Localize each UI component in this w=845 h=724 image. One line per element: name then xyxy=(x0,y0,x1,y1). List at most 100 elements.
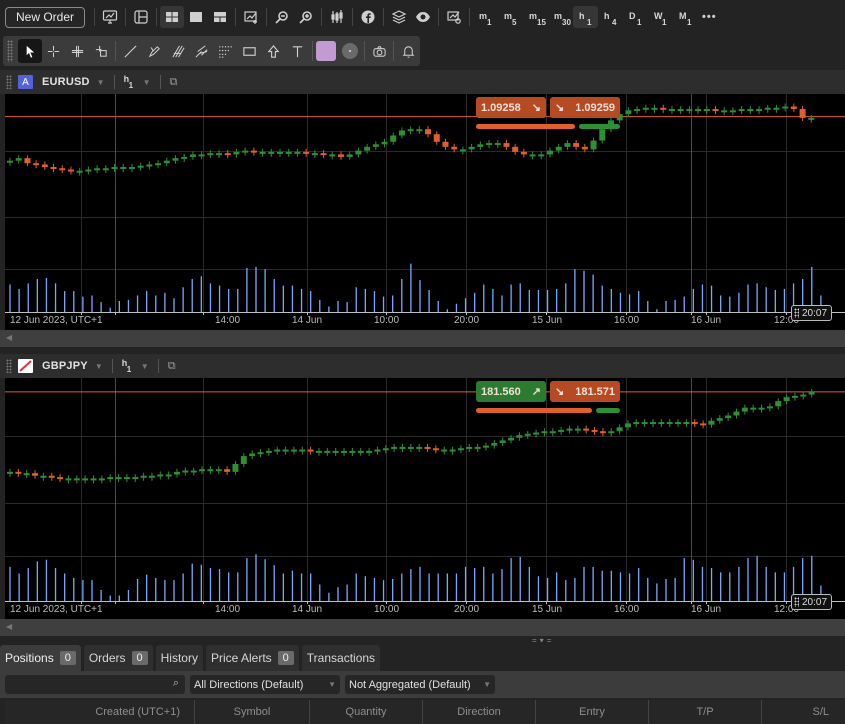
tab-positions[interactable]: Positions 0 xyxy=(0,645,81,671)
eye-icon[interactable] xyxy=(411,6,435,28)
bell-icon[interactable] xyxy=(396,39,420,63)
sell-button[interactable]: 181.560 ↗ xyxy=(476,381,546,402)
facebook-icon[interactable] xyxy=(356,6,380,28)
column-header[interactable]: Quantity xyxy=(310,700,423,724)
candle xyxy=(703,109,710,112)
candle xyxy=(468,146,475,150)
scroll-left-icon[interactable]: ◀ xyxy=(6,333,12,342)
timeframe-M1[interactable]: M1 xyxy=(673,6,698,28)
candle xyxy=(574,428,581,431)
symbol-badge[interactable] xyxy=(18,359,33,373)
live-feed-icon[interactable]: ⧉ xyxy=(168,360,176,373)
timeframe-m15[interactable]: m 15 xyxy=(523,6,548,28)
fibonacci-tool-icon[interactable] xyxy=(166,39,190,63)
column-header[interactable]: Entry xyxy=(536,700,649,724)
candle xyxy=(791,395,798,398)
timeframe-m1[interactable]: m1 xyxy=(473,6,498,28)
arrow-up-tool-icon[interactable] xyxy=(262,39,286,63)
drag-handle[interactable] xyxy=(6,359,12,373)
chevron-down-icon[interactable]: ▼ xyxy=(143,78,151,87)
column-header[interactable]: Direction xyxy=(423,700,536,724)
timeframe-m5[interactable]: m5 xyxy=(498,6,523,28)
zoom-in-icon[interactable] xyxy=(294,6,318,28)
more-timeframes-button[interactable]: ••• xyxy=(702,11,717,23)
scroll-left-icon[interactable]: ◀ xyxy=(6,622,12,631)
drag-handle[interactable] xyxy=(7,40,13,62)
search-input[interactable]: ⌕ xyxy=(5,675,185,694)
pattern-tool-icon[interactable] xyxy=(214,39,238,63)
tab-orders[interactable]: Orders 0 xyxy=(83,645,153,671)
timeframe-selector[interactable]: h1 xyxy=(124,74,136,90)
candle xyxy=(7,160,13,163)
candle xyxy=(249,453,256,457)
color-picker-button[interactable] xyxy=(315,39,339,63)
new-order-button[interactable]: New Order xyxy=(5,6,86,28)
drag-handle[interactable] xyxy=(6,75,12,89)
layers-icon[interactable] xyxy=(387,6,411,28)
color-swatch[interactable] xyxy=(316,41,337,61)
symbol-selector[interactable]: EURUSD xyxy=(42,76,90,88)
timeframe-selector[interactable]: h1 xyxy=(122,358,134,374)
timeframe-h1[interactable]: h1 xyxy=(573,6,599,28)
column-header[interactable]: Created (UTC+1) xyxy=(5,700,195,724)
pointer-tool-icon[interactable] xyxy=(17,39,42,63)
candle xyxy=(311,153,318,156)
candle xyxy=(520,151,527,155)
timeframe-list: m 1 m 5 m 15 m 30 h 1 h 4 D 1 W 1 M 1 xyxy=(473,6,698,28)
single-layout-icon[interactable] xyxy=(184,6,208,28)
add-chart-icon[interactable] xyxy=(239,6,263,28)
candle xyxy=(668,109,675,112)
column-header[interactable]: S/L xyxy=(762,700,845,724)
chart-scrollbar[interactable]: ◀ xyxy=(0,619,845,636)
pitchfork-tool-icon[interactable] xyxy=(190,39,214,63)
tab-transactions[interactable]: Transactions xyxy=(301,645,381,671)
timeframe-h4[interactable]: h4 xyxy=(598,6,623,28)
aggregation-filter-select[interactable]: Not Aggregated (Default) ▼ xyxy=(345,675,495,694)
timeframe-W1[interactable]: W1 xyxy=(648,6,673,28)
split-layout-icon[interactable] xyxy=(208,6,232,28)
monitor-chart-icon[interactable] xyxy=(98,6,122,28)
buy-button[interactable]: ↘ 1.09259 xyxy=(550,97,620,118)
crosshair-box-tool-icon[interactable] xyxy=(89,39,113,63)
buy-button[interactable]: ↘ 181.571 xyxy=(550,381,620,402)
candle xyxy=(7,471,13,474)
line-width-picker[interactable] xyxy=(338,39,362,63)
tab-history[interactable]: History xyxy=(155,645,203,671)
candle xyxy=(790,106,797,110)
layout-icon[interactable] xyxy=(129,6,153,28)
live-feed-icon[interactable]: ⧉ xyxy=(170,76,178,89)
line-tool-icon[interactable] xyxy=(118,39,142,63)
grid-4-icon[interactable] xyxy=(160,6,185,28)
chart-eurusd[interactable]: 12 Jun 2023, UTC+1 14:00 14 Jun 10:00 20:00 1… xyxy=(5,94,845,330)
candle xyxy=(808,391,815,395)
candle xyxy=(691,422,698,425)
tab-price-alerts[interactable]: Price Alerts 0 xyxy=(205,645,299,671)
camera-icon[interactable] xyxy=(367,39,391,63)
timeframe-D1[interactable]: D1 xyxy=(623,6,648,28)
candle xyxy=(123,477,130,480)
symbol-selector[interactable]: GBPJPY xyxy=(42,360,88,372)
x-axis-label: 20:00 xyxy=(454,604,480,615)
chart-settings-icon[interactable] xyxy=(442,6,466,28)
direction-filter-select[interactable]: All Directions (Default) ▼ xyxy=(190,675,340,694)
chart-gbpjpy[interactable]: 12 Jun 2023, UTC+1 14:00 14 Jun 10:00 20:00 1… xyxy=(5,378,845,619)
column-header[interactable]: T/P xyxy=(649,700,762,724)
column-header[interactable]: Symbol xyxy=(195,700,310,724)
chevron-down-icon[interactable]: ▼ xyxy=(97,78,105,87)
candles-icon[interactable] xyxy=(325,6,349,28)
candle xyxy=(599,129,606,141)
candle xyxy=(381,141,388,145)
pencil-tool-icon[interactable] xyxy=(142,39,166,63)
crosshair-plus-tool-icon[interactable] xyxy=(66,39,90,63)
rectangle-tool-icon[interactable] xyxy=(238,39,262,63)
chevron-down-icon[interactable]: ▼ xyxy=(95,362,103,371)
zoom-out-icon[interactable] xyxy=(270,6,294,28)
text-tool-icon[interactable] xyxy=(286,39,310,63)
crosshair-tool-icon[interactable] xyxy=(42,39,66,63)
chart-scrollbar[interactable]: ◀ xyxy=(0,330,845,347)
chevron-down-icon[interactable]: ▼ xyxy=(141,362,149,371)
timeframe-m30[interactable]: m 30 xyxy=(548,6,573,28)
symbol-badge[interactable]: A xyxy=(18,75,33,89)
sell-button[interactable]: 1.09258 ↘ xyxy=(476,97,546,118)
candle xyxy=(32,473,39,476)
